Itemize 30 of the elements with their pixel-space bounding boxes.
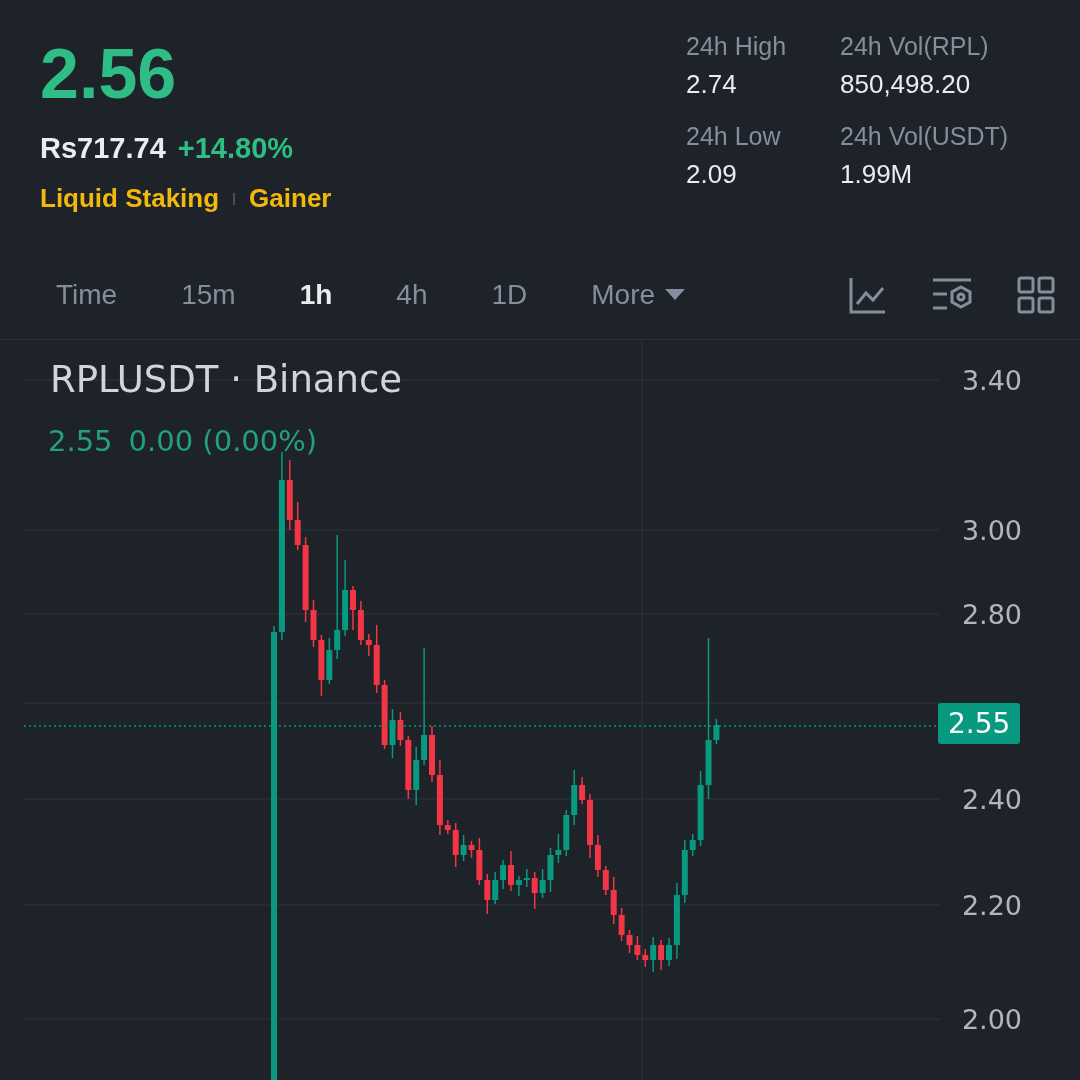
price-axis-label: 3.40 (961, 364, 1022, 396)
interval-tab[interactable]: More (569, 270, 708, 319)
chart-legend-value: 0.00 (0.00%) (128, 424, 318, 458)
stat-value: 2.09 (686, 159, 738, 190)
interval-tab[interactable]: 1D (469, 270, 550, 319)
price-axis-label: 2.00 (961, 1003, 1022, 1035)
tag-link[interactable]: Gainer (249, 183, 332, 214)
price-change: +14.80% (177, 132, 294, 165)
price-axis-label: 2.80 (961, 598, 1022, 630)
stat-value: 2.74 (686, 69, 738, 100)
stat-value: 850,498.20 (840, 69, 972, 100)
chart-legend-value: 2.55 (48, 424, 113, 458)
interval-tab[interactable]: Time (34, 270, 140, 319)
stat-label: 24h High (686, 32, 788, 61)
interval-tab[interactable]: 1h (277, 270, 355, 319)
last-price: 2.56 (40, 34, 178, 114)
price-axis-label: 3.00 (961, 514, 1022, 546)
interval-tab[interactable]: 15m (159, 270, 258, 319)
fiat-price: Rs717.74 (40, 132, 166, 165)
last-price-badge: 2.55 (938, 703, 1021, 744)
tag-link[interactable]: Liquid Staking (40, 183, 220, 214)
price-axis-label: 2.20 (961, 889, 1022, 921)
stat-label: 24h Vol(RPL) (840, 32, 990, 61)
stat-value: 1.99M (840, 159, 914, 190)
stat-label: 24h Vol(USDT) (840, 122, 1010, 151)
stat-label: 24h Low (686, 122, 782, 151)
price-axis-label: 2.40 (961, 783, 1022, 815)
chart-symbol: RPLUSDT · Binance (50, 358, 403, 401)
caret-icon (665, 288, 686, 301)
interval-tab[interactable]: 4h (374, 270, 450, 319)
